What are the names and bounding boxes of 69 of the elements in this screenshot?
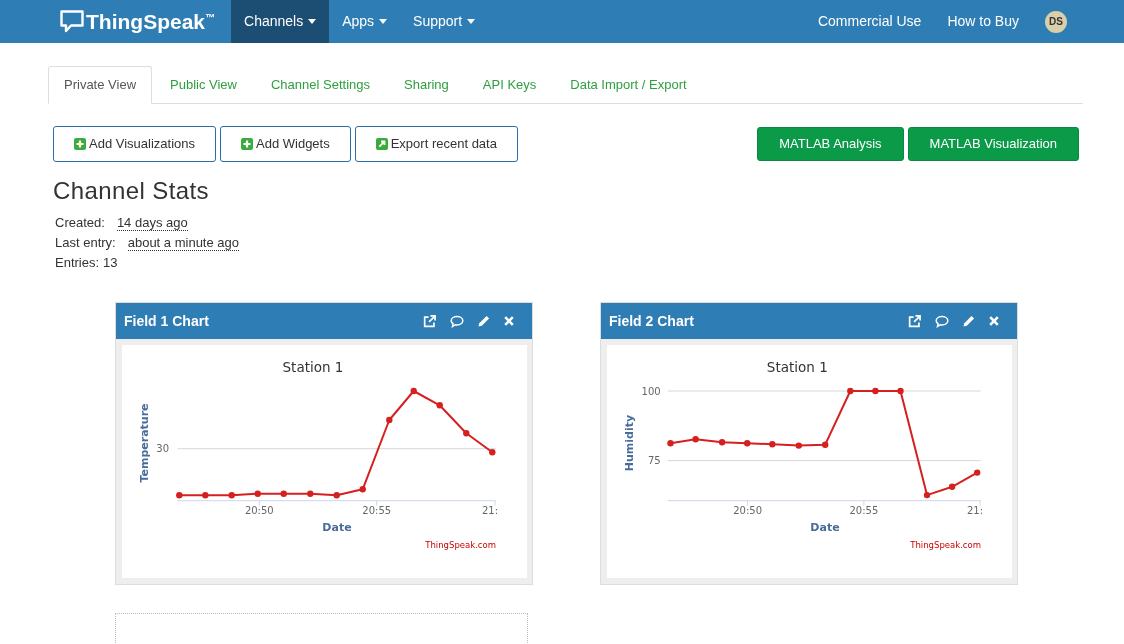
matlab-button[interactable]: MATLAB Analysis: [757, 127, 904, 161]
pencil-icon[interactable]: [963, 315, 975, 327]
nav-menu[interactable]: Channels: [231, 0, 330, 43]
plus-square-icon: [74, 138, 86, 150]
data-point: [769, 441, 776, 448]
comment-icon[interactable]: [450, 314, 464, 328]
data-point: [795, 442, 802, 449]
data-point: [897, 387, 904, 395]
tick-label: 75: [647, 455, 661, 467]
chart-title: Station 1: [766, 359, 828, 375]
data-point: [923, 491, 931, 499]
panel-title: Field 2 Chart: [609, 311, 694, 331]
user-avatar[interactable]: DS: [1045, 10, 1067, 33]
nav-menu[interactable]: Support: [400, 0, 489, 43]
chart-credit: ThingSpeak.com: [425, 540, 496, 550]
data-point: [847, 387, 854, 395]
data-point: [718, 439, 726, 446]
tick-label: 20:50: [244, 505, 274, 516]
tab[interactable]: Public View: [154, 66, 253, 104]
data-point: [872, 387, 879, 395]
nav-link[interactable]: How to Buy: [934, 0, 1032, 43]
comment-icon[interactable]: [935, 314, 949, 328]
action-button[interactable]: Add Visualizations: [53, 126, 216, 162]
stat-label: Entries:: [55, 255, 100, 270]
section-heading: Channel Stats: [53, 176, 209, 206]
data-point: [744, 440, 751, 447]
tab[interactable]: API Keys: [466, 66, 553, 104]
stat-label: Created:: [55, 215, 105, 230]
tick-label: 30: [156, 443, 169, 455]
tick-label: 100: [641, 385, 661, 397]
nav-link[interactable]: Commercial Use: [804, 0, 935, 43]
external-link-icon[interactable]: [423, 314, 436, 328]
tick-label: 20:50: [733, 505, 762, 516]
tick-label: 20:55: [849, 505, 879, 516]
data-point: [822, 441, 829, 448]
brand-logo[interactable]: ThingSpeak$^{™}$: [60, 0, 216, 43]
chart-credit: ThingSpeak.com: [910, 540, 981, 550]
stat-value: about a minute ago: [127, 235, 239, 251]
nav-menu[interactable]: Apps: [329, 0, 401, 43]
pencil-icon[interactable]: [478, 315, 490, 327]
stat-value: 13: [103, 255, 118, 270]
tab[interactable]: Private View: [48, 66, 152, 104]
axis-title: Date: [322, 521, 352, 534]
tab[interactable]: Data Import / Export: [554, 66, 703, 104]
tick-label: 21:: [967, 505, 984, 516]
arrow-square-icon: [375, 138, 388, 150]
axis-title: Date: [810, 521, 840, 534]
action-button[interactable]: Export recent data: [354, 126, 518, 162]
matlab-button[interactable]: MATLAB Visualization: [907, 127, 1079, 161]
data-point: [974, 469, 981, 476]
data-point: [692, 436, 699, 443]
tick-label: 20:55: [362, 505, 392, 516]
plus-square-icon: [241, 138, 253, 150]
data-point: [667, 440, 674, 447]
chart-title: Station 1: [282, 359, 344, 375]
axis-title: Humidity: [623, 414, 636, 472]
close-icon[interactable]: [989, 316, 999, 326]
action-button[interactable]: Add Widgets: [220, 126, 351, 162]
stat-label: Last entry:: [55, 235, 116, 250]
external-link-icon[interactable]: [908, 314, 921, 328]
tab[interactable]: Channel Settings: [255, 66, 386, 104]
tab[interactable]: Sharing: [388, 66, 465, 104]
close-icon[interactable]: [504, 316, 514, 326]
axis-title: Temperature: [138, 403, 151, 483]
panel-title: Field 1 Chart: [124, 311, 209, 331]
chat-bubble-icon: [60, 10, 84, 33]
data-point: [948, 483, 956, 490]
stat-value: 14 days ago: [116, 215, 188, 231]
tick-label: 21:: [482, 505, 499, 516]
